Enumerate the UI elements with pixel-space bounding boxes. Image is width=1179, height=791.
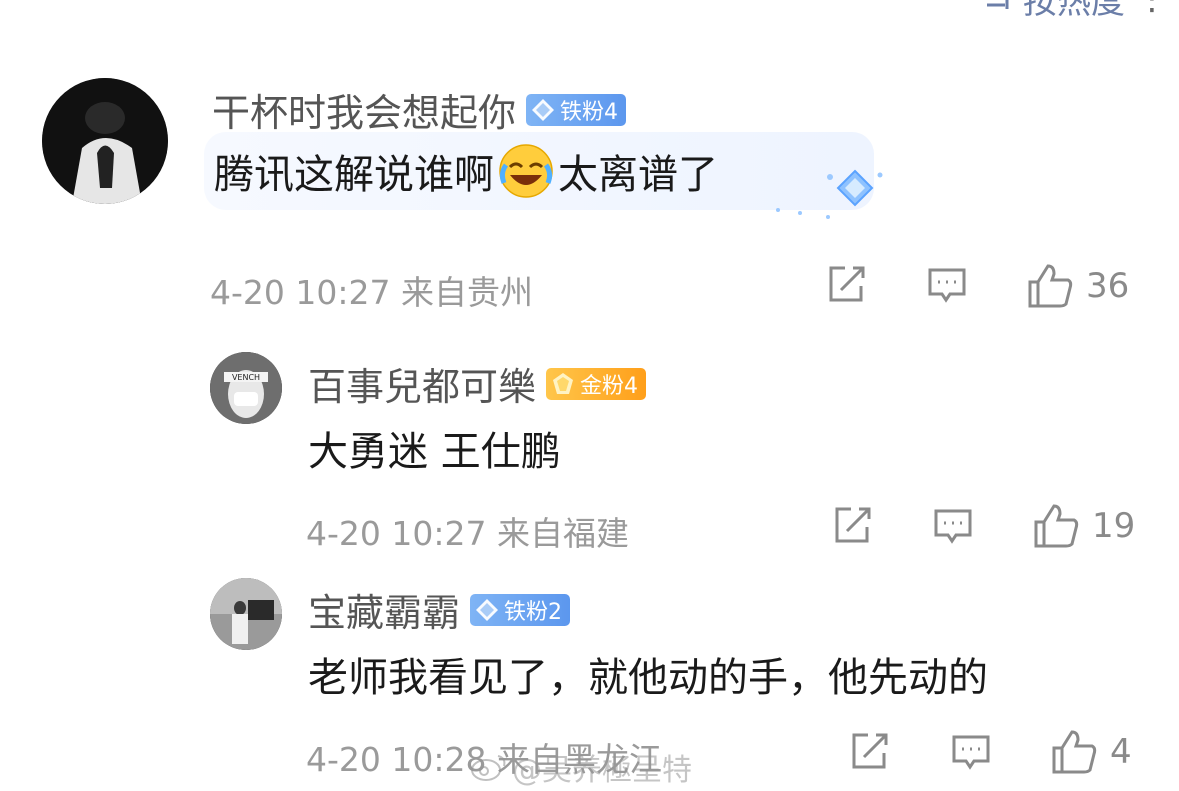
badge-label: 金粉4	[580, 373, 639, 399]
fan-badge[interactable]: 铁粉2	[470, 593, 571, 626]
svg-text:VENCH: VENCH	[232, 373, 260, 382]
watermark: @吴养極呈特	[470, 745, 692, 789]
share-button[interactable]	[825, 264, 867, 306]
username-row: 干杯时我会想起你 铁粉4	[212, 82, 627, 137]
thumbs-up-icon	[1052, 730, 1097, 774]
comment-meta: 4-20 10:27 来自贵州	[210, 273, 533, 312]
avatar[interactable]	[42, 78, 168, 204]
share-icon	[829, 266, 865, 302]
fan-badge[interactable]: 铁粉4	[526, 93, 627, 126]
avatar[interactable]: VENCH	[210, 352, 282, 424]
reply-button[interactable]	[950, 731, 992, 773]
avatar-image: VENCH	[210, 352, 282, 424]
fan-badge[interactable]: 金粉4	[546, 367, 647, 400]
comment-text: 大勇迷 王仕鹏	[308, 429, 561, 475]
avatar-image	[210, 578, 282, 650]
diamond-icon	[476, 598, 499, 621]
username-row: 宝藏霸霸 铁粉2	[308, 582, 571, 637]
weibo-logo-icon	[471, 755, 506, 781]
thumbs-up-icon	[1028, 264, 1073, 308]
comment-icon	[952, 735, 990, 770]
avatar-image	[42, 78, 168, 204]
share-icon	[852, 733, 888, 769]
sparkle-diamond-icon	[776, 169, 883, 219]
comment-text: 老师我看见了，就他动的手，他先动的	[308, 655, 988, 701]
comment-text-part: 太离谱了	[558, 152, 718, 198]
badge-label: 铁粉2	[504, 599, 563, 625]
username[interactable]: 百事兒都可樂	[308, 356, 536, 411]
badge-label: 铁粉4	[560, 99, 619, 125]
comment-item: 干杯时我会想起你 铁粉4 腾讯这解说谁啊 太离谱了 4-20 10:27 来自贵…	[0, 0, 1179, 330]
username[interactable]: 宝藏霸霸	[308, 582, 460, 637]
share-icon	[835, 507, 871, 543]
reply-button[interactable]	[932, 505, 974, 547]
watermark-text: @吴养極呈特	[512, 753, 692, 788]
thumbs-up-icon	[1034, 504, 1079, 548]
comment-text-part: 腾讯这解说谁啊	[214, 152, 494, 198]
username[interactable]: 干杯时我会想起你	[212, 82, 516, 137]
like-button[interactable]: 19	[1032, 502, 1135, 550]
like-count: 36	[1086, 266, 1130, 306]
reply-button[interactable]	[926, 264, 968, 306]
laugh-cry-emoji-icon	[499, 144, 553, 198]
like-button[interactable]: 36	[1026, 262, 1129, 310]
comment-meta: 4-20 10:27 来自福建	[306, 514, 629, 553]
comment-icon	[934, 509, 972, 544]
like-button[interactable]: 4	[1050, 728, 1132, 776]
like-count: 4	[1110, 732, 1132, 772]
avatar[interactable]	[210, 578, 282, 650]
gold-gem-icon	[553, 372, 574, 394]
username-row: 百事兒都可樂 金粉4	[308, 356, 647, 411]
share-button[interactable]	[831, 505, 873, 547]
comment-icon	[928, 268, 966, 303]
share-button[interactable]	[848, 731, 890, 773]
diamond-icon	[532, 98, 555, 121]
like-count: 19	[1092, 506, 1136, 546]
